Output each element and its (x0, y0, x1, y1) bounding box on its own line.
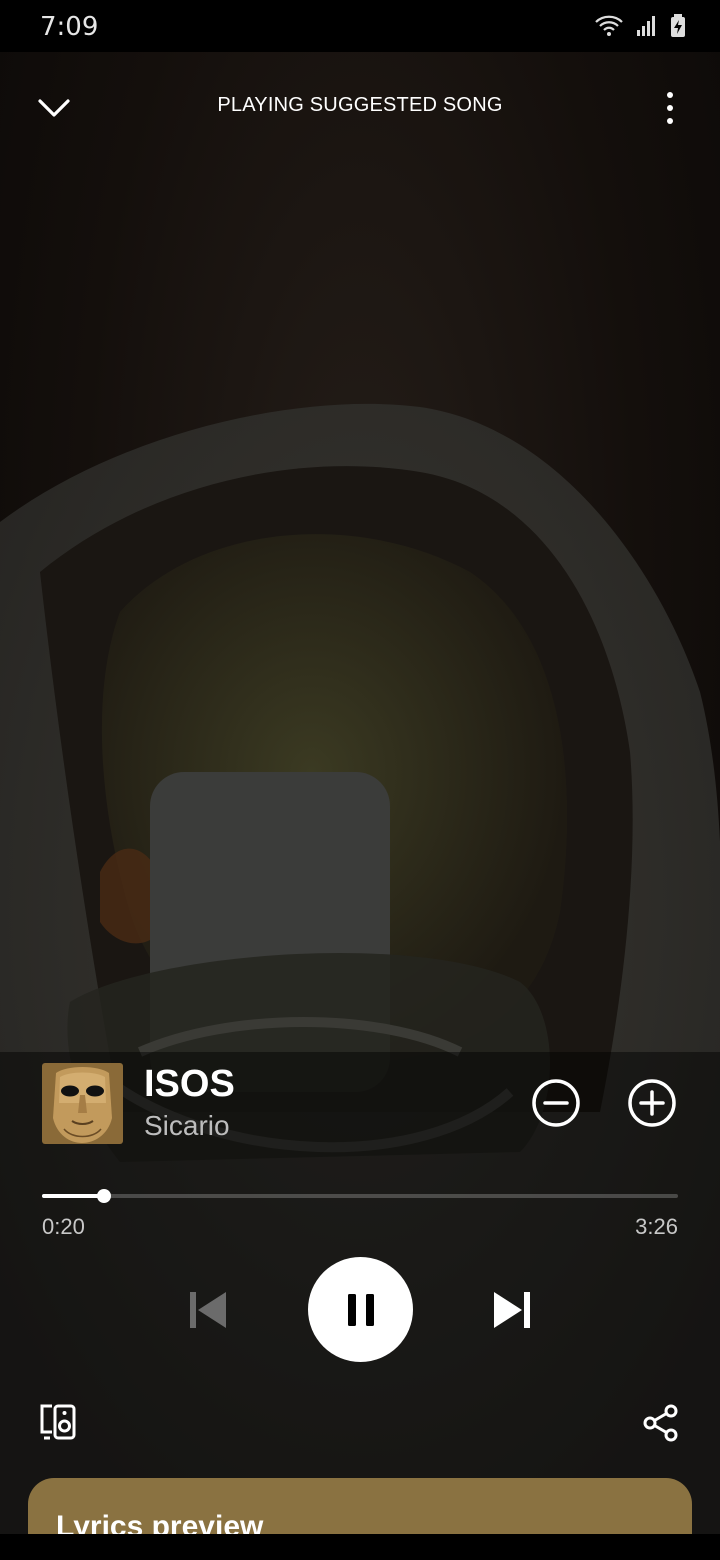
status-icons (594, 14, 686, 42)
signal-icon (636, 15, 658, 41)
total-time: 3:26 (635, 1214, 678, 1239)
elapsed-time: 0:20 (42, 1214, 85, 1239)
now-playing-screen: 7:09 PLAYING SUGGESTED SONG ISOS Sicario… (0, 0, 720, 1560)
wifi-icon (594, 14, 624, 42)
progress-thumb[interactable] (96, 1189, 111, 1203)
header-title: PLAYING SUGGESTED SONG (217, 94, 503, 116)
connect-devices-button[interactable] (38, 1402, 78, 1442)
player-header: PLAYING SUGGESTED SONG (0, 80, 720, 136)
plus-circle-icon (628, 1079, 676, 1127)
share-icon (643, 1404, 678, 1442)
pause-icon (347, 1293, 374, 1326)
previous-button[interactable] (184, 1286, 232, 1334)
share-button[interactable] (642, 1404, 680, 1442)
golden-mask-album-art (42, 1063, 123, 1144)
track-title: ISOS (144, 1063, 235, 1105)
status-time: 7:09 (40, 12, 99, 42)
next-button[interactable] (488, 1286, 536, 1334)
add-to-playlist-button[interactable] (626, 1077, 678, 1129)
progress-fill (42, 1194, 104, 1198)
skip-next-icon (494, 1292, 530, 1328)
more-options-button[interactable] (658, 88, 682, 128)
track-info: ISOS Sicario (42, 1063, 678, 1145)
skip-previous-icon (190, 1292, 226, 1328)
system-navigation-bar (0, 1534, 720, 1560)
battery-charging-icon (670, 14, 686, 42)
pause-button[interactable] (308, 1257, 413, 1362)
album-art[interactable] (42, 1063, 123, 1144)
minus-circle-icon (532, 1079, 580, 1127)
status-bar: 7:09 (0, 0, 720, 52)
connect-devices-icon (40, 1404, 76, 1440)
track-artist[interactable]: Sicario (144, 1109, 230, 1143)
more-vertical-icon (667, 92, 673, 124)
progress-bar[interactable] (42, 1189, 678, 1203)
remove-suggestion-button[interactable] (530, 1077, 582, 1129)
